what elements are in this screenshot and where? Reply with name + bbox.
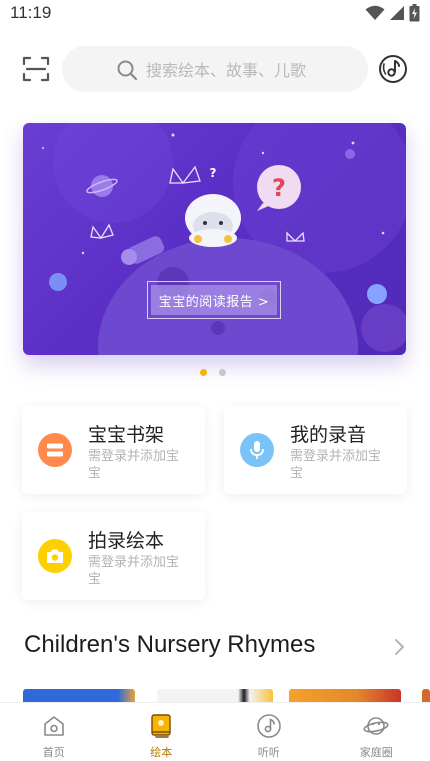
- nav-label-family-circle: 家庭圈: [359, 746, 393, 759]
- search-input[interactable]: 搜索绘本、故事、儿歌: [62, 46, 368, 92]
- my-recordings-card[interactable]: 我的录音 需登录并添加宝宝: [224, 406, 407, 494]
- carousel-dot[interactable]: [219, 369, 226, 376]
- nav-item-home[interactable]: 首页: [0, 703, 108, 761]
- section-title: Children's Nursery Rhymes: [24, 631, 316, 658]
- rhyme-thumbnail[interactable]: [157, 689, 273, 703]
- microphone-icon: [240, 433, 274, 467]
- svg-text:?: ?: [210, 166, 217, 180]
- rhyme-thumbnail[interactable]: [23, 689, 135, 703]
- my-recordings-card-title: 我的录音: [290, 424, 367, 446]
- music-note-icon: [256, 714, 281, 738]
- music-disc-icon[interactable]: [378, 54, 408, 84]
- banner-carousel[interactable]: ? ?: [23, 123, 406, 355]
- search-placeholder: 搜索绘本、故事、儿歌: [146, 61, 307, 80]
- photo-record-card-title: 拍录绘本: [88, 530, 165, 552]
- rhyme-thumbnail[interactable]: [422, 689, 430, 703]
- nav-label-picture-book: 绘本: [150, 746, 173, 759]
- my-recordings-card-subtitle: 需登录并添加宝宝: [290, 449, 382, 481]
- cell-signal-icon: [390, 6, 404, 20]
- photo-record-card-subtitle: 需登录并添加宝宝: [88, 555, 180, 587]
- nav-label-listen: 听听: [257, 746, 280, 759]
- home-icon: [43, 716, 64, 736]
- bottom-nav: 首页 绘本 听听 家庭圈: [0, 702, 430, 761]
- svg-text:?: ?: [272, 174, 286, 202]
- bookshelf-icon: [38, 433, 72, 467]
- nav-label-home: 首页: [42, 746, 65, 759]
- status-icons: [365, 3, 420, 23]
- rhyme-thumbnail[interactable]: [289, 689, 401, 703]
- reading-report-button[interactable]: 宝宝的阅读报告 >: [147, 281, 281, 319]
- nav-item-picture-book[interactable]: 绘本: [108, 703, 216, 761]
- bookshelf-card[interactable]: 宝宝书架 需登录并添加宝宝: [22, 406, 205, 494]
- bookshelf-card-title: 宝宝书架: [88, 424, 165, 446]
- chevron-right-icon[interactable]: [394, 638, 406, 656]
- wifi-icon: [365, 5, 385, 20]
- picture-book-icon: [151, 714, 171, 738]
- battery-icon: [409, 4, 420, 22]
- camera-icon: [38, 539, 72, 573]
- photo-record-card[interactable]: 拍录绘本 需登录并添加宝宝: [22, 512, 205, 600]
- bookshelf-card-subtitle: 需登录并添加宝宝: [88, 449, 180, 481]
- nav-item-family-circle[interactable]: 家庭圈: [323, 703, 430, 761]
- carousel-dot-active[interactable]: [200, 369, 207, 376]
- reading-report-label: 宝宝的阅读报告 >: [158, 294, 270, 310]
- carousel-indicator: [200, 369, 226, 376]
- status-time: 11:19: [10, 3, 52, 22]
- nav-item-listen[interactable]: 听听: [215, 703, 323, 761]
- search-icon: [117, 60, 138, 81]
- search-header: 搜索绘本、故事、儿歌: [0, 44, 430, 94]
- status-bar: 11:19: [0, 0, 430, 28]
- banner-illustration: ? ?: [42, 123, 406, 355]
- scan-icon[interactable]: [22, 55, 50, 83]
- planet-icon: [363, 717, 389, 735]
